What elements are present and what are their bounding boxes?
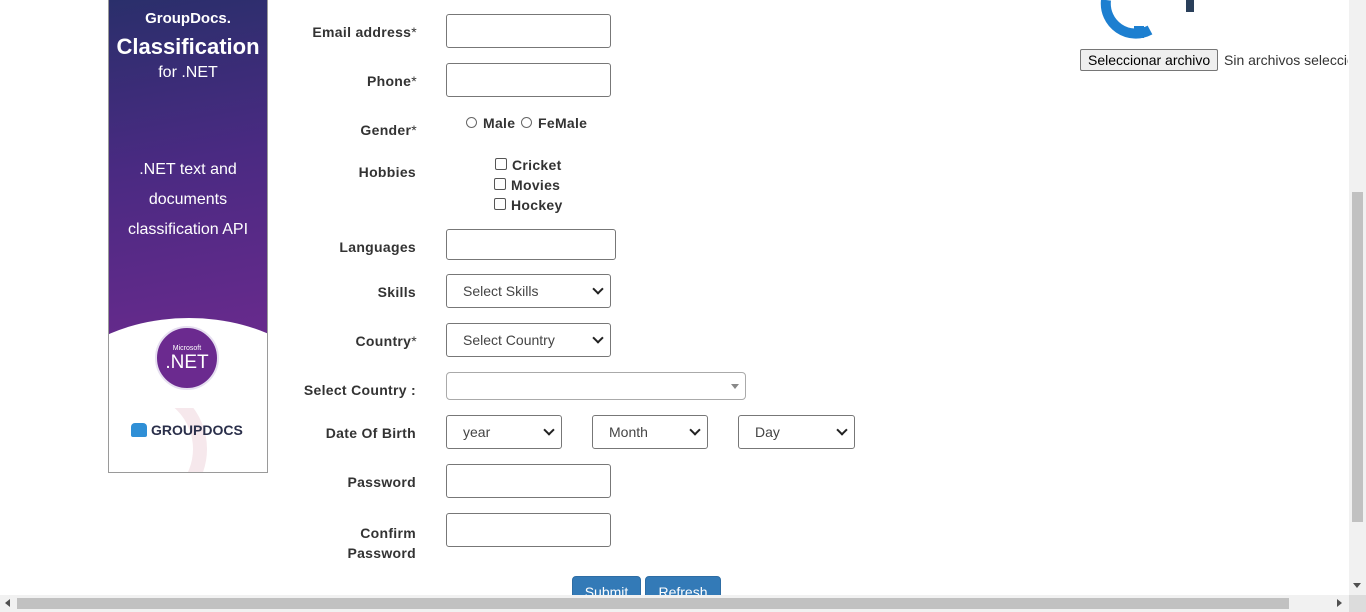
gear-logo-icon [1100, 0, 1196, 40]
dotnet-badge-small: Microsoft [172, 345, 202, 352]
dotnet-badge-large: .NET [165, 352, 209, 373]
required-mark: * [411, 24, 417, 40]
skills-label: Skills [377, 284, 416, 300]
country-select[interactable]: Select Country [446, 323, 611, 357]
people-icon [131, 423, 147, 437]
ad-banner[interactable]: GroupDocs. Classification for .NET .NET … [108, 0, 268, 473]
horizontal-scrollbar-thumb[interactable] [17, 598, 1289, 609]
ad-product-name: Classification [116, 34, 260, 59]
email-field[interactable] [446, 14, 611, 48]
email-label-text: Email address [312, 24, 412, 40]
languages-multiselect[interactable] [446, 229, 616, 260]
chevron-down-icon [592, 283, 604, 295]
horizontal-scrollbar[interactable] [0, 595, 1349, 612]
chevron-down-icon [592, 332, 604, 344]
dob-month-value: Month [609, 424, 648, 440]
hobby-label-hockey: Hockey [511, 197, 563, 213]
required-mark: * [411, 73, 417, 89]
scroll-down-arrow-icon[interactable] [1353, 583, 1361, 588]
groupdocs-logo: GROUPDOCS [131, 422, 243, 438]
required-mark: * [411, 122, 417, 138]
hobby-label-movies: Movies [511, 177, 561, 193]
confirm-password-field[interactable] [446, 513, 611, 547]
gender-label: Gender* [300, 122, 417, 138]
confirm-password-label-line2: Password [347, 545, 416, 561]
chevron-down-icon [689, 424, 701, 436]
select-country-combobox[interactable] [446, 372, 746, 400]
gender-option-female: FeMale [538, 115, 588, 131]
confirm-password-label-line1: Confirm [360, 525, 416, 541]
gender-radio-male[interactable] [466, 117, 477, 128]
hobby-label-cricket: Cricket [512, 157, 562, 173]
dob-day-select[interactable]: Day [738, 415, 855, 449]
skills-select-value: Select Skills [463, 283, 539, 299]
country-select-value: Select Country [463, 332, 555, 348]
gender-option-male: Male [483, 115, 516, 131]
gender-label-text: Gender [360, 122, 412, 138]
email-label: Email address* [300, 24, 417, 40]
confirm-password-label: Confirm Password [300, 523, 416, 563]
password-label: Password [347, 474, 416, 490]
phone-field[interactable] [446, 63, 611, 97]
groupdocs-logo-text: GROUPDOCS [151, 422, 243, 438]
dob-year-select[interactable]: year [446, 415, 562, 449]
hobbies-label: Hobbies [358, 164, 416, 180]
country-label-text: Country [355, 333, 412, 349]
ad-platform: for .NET [158, 64, 218, 81]
hobby-checkbox-movies[interactable] [494, 178, 506, 190]
select-country-label: Select Country : [303, 382, 416, 398]
hobby-checkbox-hockey[interactable] [494, 198, 506, 210]
languages-label: Languages [339, 239, 416, 255]
caret-down-icon [731, 384, 739, 389]
choose-file-button[interactable]: Seleccionar archivo [1080, 49, 1219, 71]
vertical-scrollbar-thumb[interactable] [1352, 192, 1363, 522]
gender-radio-female[interactable] [521, 117, 532, 128]
dob-day-value: Day [755, 424, 780, 440]
scrollbar-corner [1349, 595, 1366, 612]
phone-label: Phone* [300, 73, 417, 89]
chevron-down-icon [543, 424, 555, 436]
hobby-checkbox-cricket[interactable] [495, 158, 507, 170]
ad-description: .NET text and documents classification A… [127, 161, 249, 238]
required-mark: * [411, 333, 417, 349]
scroll-left-arrow-icon[interactable] [5, 599, 10, 607]
dob-label: Date Of Birth [325, 425, 416, 441]
chevron-down-icon [836, 424, 848, 436]
country-label: Country* [300, 333, 417, 349]
phone-label-text: Phone [366, 73, 412, 89]
dob-month-select[interactable]: Month [592, 415, 708, 449]
file-status-text: Sin archivos seleccionados [1224, 52, 1348, 68]
dotnet-badge-icon: Microsoft .NET [155, 326, 219, 390]
scroll-right-arrow-icon[interactable] [1337, 599, 1342, 607]
ad-brand-top: GroupDocs. [145, 10, 231, 27]
password-field[interactable] [446, 464, 611, 498]
vertical-scrollbar[interactable] [1349, 0, 1366, 595]
skills-select[interactable]: Select Skills [446, 274, 611, 308]
dob-year-value: year [463, 424, 491, 440]
